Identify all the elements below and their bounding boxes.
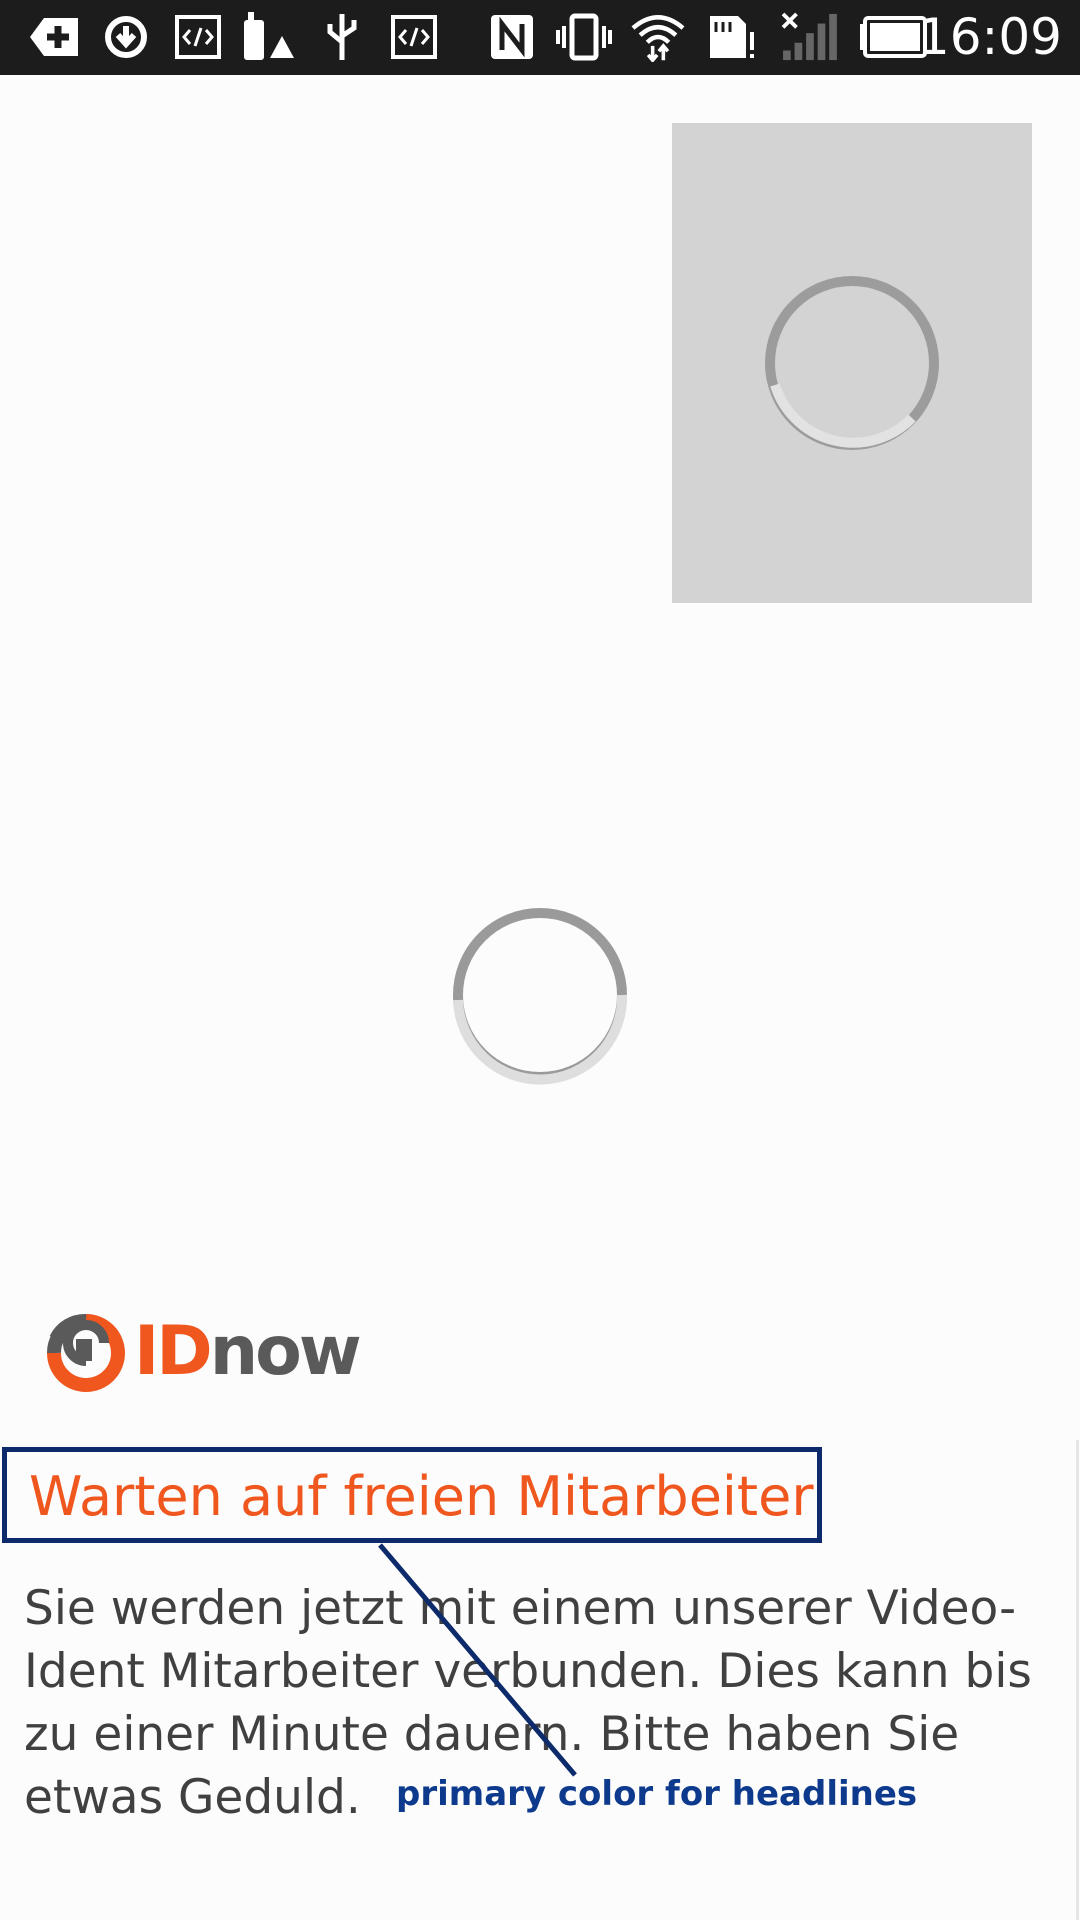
logo-id: ID <box>134 1312 213 1391</box>
add-notification-icon <box>30 18 78 56</box>
status-time: 16:09 <box>917 8 1062 66</box>
sync-icon <box>105 16 147 58</box>
headline-annotation-box: Warten auf freien Mitarbeiter <box>2 1447 822 1543</box>
usb-icon <box>327 14 357 60</box>
main-video-loading-spinner <box>453 908 628 1085</box>
vibrate-icon <box>556 13 612 61</box>
nfc-icon <box>491 15 533 59</box>
code-icon-2 <box>391 15 437 59</box>
code-icon <box>175 15 221 59</box>
sd-card-alert-icon <box>710 16 754 58</box>
logo-now: now <box>209 1312 362 1391</box>
self-video-preview <box>672 123 1032 603</box>
status-bar: 16:09 <box>0 0 1080 75</box>
wifi-icon <box>631 15 685 62</box>
preview-loading-spinner <box>765 276 939 450</box>
scroll-indicator <box>1076 1440 1079 1920</box>
no-signal-icon <box>781 12 837 61</box>
phone-alert-icon <box>244 12 294 60</box>
idnow-logo-text: IDnow <box>134 1307 362 1397</box>
idnow-logo-mark <box>46 1314 125 1392</box>
waiting-headline: Warten auf freien Mitarbeiter <box>29 1465 814 1528</box>
annotation-label: primary color for headlines <box>396 1774 918 1814</box>
